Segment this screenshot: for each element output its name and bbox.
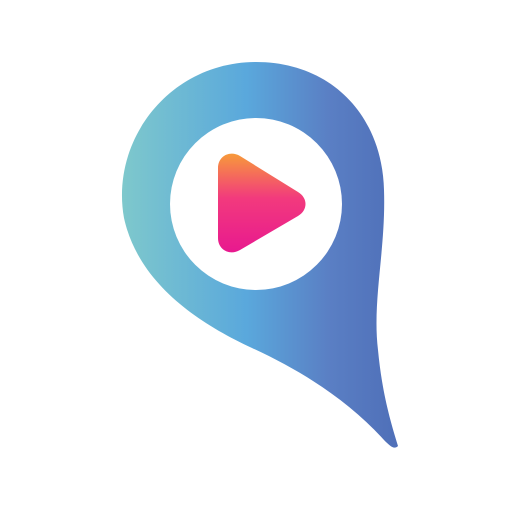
app-logo bbox=[0, 0, 512, 512]
play-location-pin-icon bbox=[121, 62, 399, 448]
